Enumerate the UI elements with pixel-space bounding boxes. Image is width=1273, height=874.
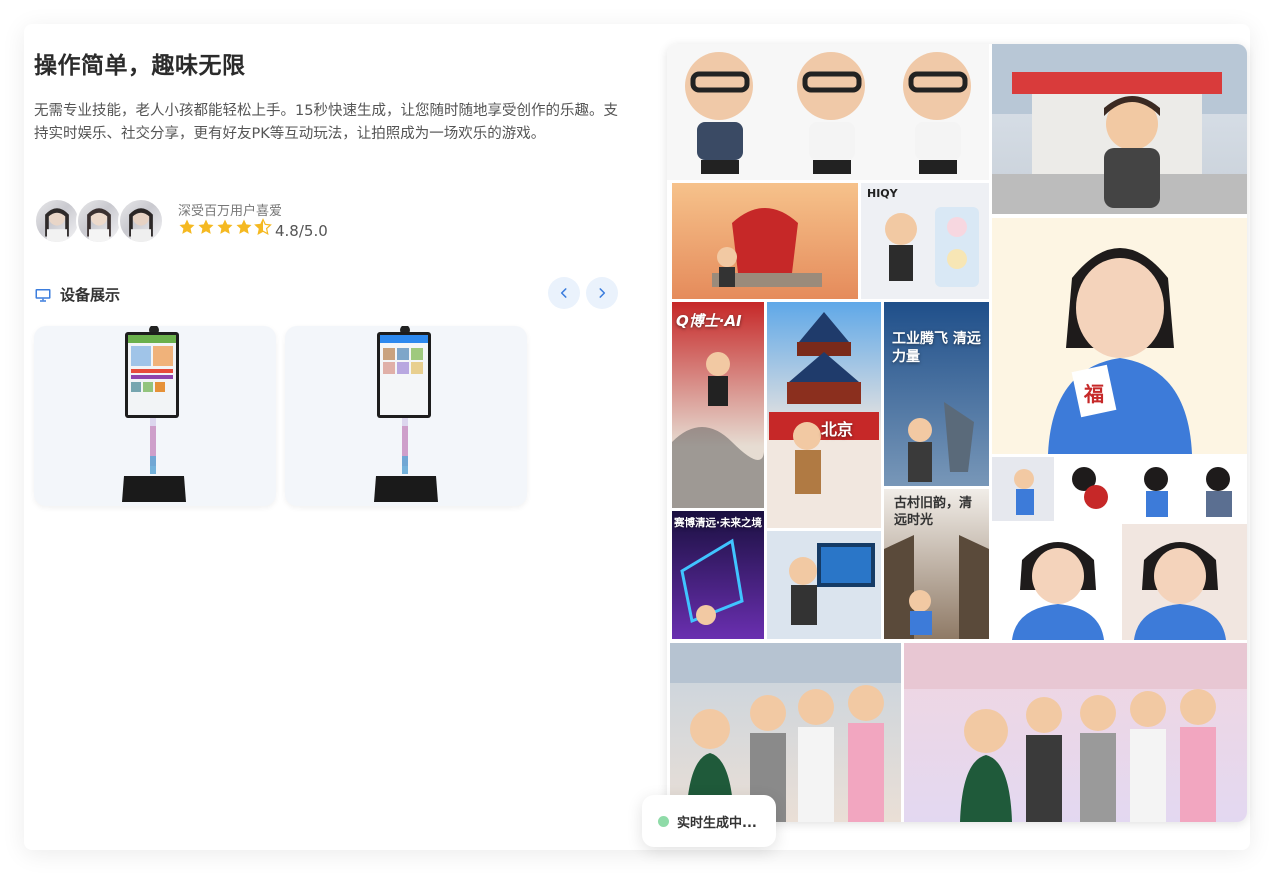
rating-stars	[178, 218, 272, 236]
computer-boy-image	[789, 543, 875, 625]
gallery-tile: 古村旧韵，清远时光	[884, 489, 989, 639]
status-dot	[658, 815, 669, 827]
avatar	[34, 198, 80, 244]
tile-caption: 北京	[821, 420, 854, 439]
avatar	[118, 198, 164, 244]
tile-caption: 工业腾飞 清远力量	[892, 331, 981, 365]
gallery-tile	[672, 183, 858, 299]
carousel-prev-button[interactable]	[548, 277, 580, 309]
generation-status-badge: 实时生成中...	[642, 795, 776, 847]
ink-style-image	[672, 352, 764, 508]
status-text: 实时生成中...	[677, 815, 757, 831]
beijing-image	[769, 312, 879, 494]
device-card[interactable]	[34, 326, 276, 506]
gallery-tile	[992, 44, 1247, 214]
tile-caption: 古村旧韵，清远时光	[894, 496, 973, 528]
gallery-tile: 赛博清远·未来之境	[672, 511, 764, 639]
monitor-icon	[35, 288, 51, 302]
campus-boy-image	[992, 44, 1247, 214]
girl-pair-image	[1012, 524, 1247, 640]
star-half-icon	[254, 218, 272, 235]
gallery-tile: Q博士·AI	[672, 302, 764, 508]
sticker-row-image	[992, 457, 1232, 521]
tile-caption: HIQY	[867, 187, 898, 200]
photo-kiosk-image	[374, 326, 438, 502]
carousel-next-button[interactable]	[586, 277, 618, 309]
gallery-tile	[992, 457, 1247, 521]
toy-package-image	[885, 207, 979, 287]
girl-fu-card-image	[1048, 248, 1192, 454]
chevron-right-icon	[599, 288, 606, 298]
chevron-left-icon	[560, 288, 567, 298]
gallery-tile: HIQY	[861, 183, 989, 299]
tile-caption: 赛博清远·未来之境	[674, 517, 762, 529]
rating-label: 深受百万用户喜爱	[178, 204, 283, 219]
device-section-title: 设备展示	[34, 284, 120, 305]
device-section-label: 设备展示	[60, 286, 121, 304]
generated-image-collage: HIQY Q博士·AI 北京 工业腾飞 清远力量 福 赛博清远·未来之境 古村旧…	[667, 44, 1247, 822]
star-icon	[236, 219, 252, 234]
red-monument-image	[712, 208, 822, 287]
gallery-tile: 北京	[767, 302, 881, 528]
photo-kiosk-image	[122, 326, 186, 502]
group-photo-image	[904, 643, 1247, 822]
cyber-expo-image	[680, 538, 744, 625]
device-card[interactable]	[285, 326, 527, 506]
avatar	[76, 198, 122, 244]
rating-value: 4.8/5.0	[275, 222, 328, 240]
star-icon	[217, 219, 233, 234]
gallery-tile	[992, 524, 1247, 640]
star-icon	[179, 219, 195, 234]
section-heading: 操作简单，趣味无限	[34, 53, 246, 79]
gallery-tile: 福	[992, 218, 1247, 454]
gallery-tile	[767, 531, 881, 639]
gallery-tile	[904, 643, 1247, 822]
gallery-tile: 工业腾飞 清远力量	[884, 302, 989, 486]
star-icon	[198, 219, 214, 234]
tile-caption: 福	[1084, 382, 1104, 406]
user-avatar-group	[34, 198, 166, 244]
tile-caption: Q博士·AI	[676, 312, 742, 330]
cartoon-figures-image	[685, 52, 971, 174]
section-description: 无需专业技能，老人小孩都能轻松上手。15秒快速生成，让您随时随地享受创作的乐趣。…	[34, 103, 618, 142]
gallery-tile	[667, 44, 989, 180]
